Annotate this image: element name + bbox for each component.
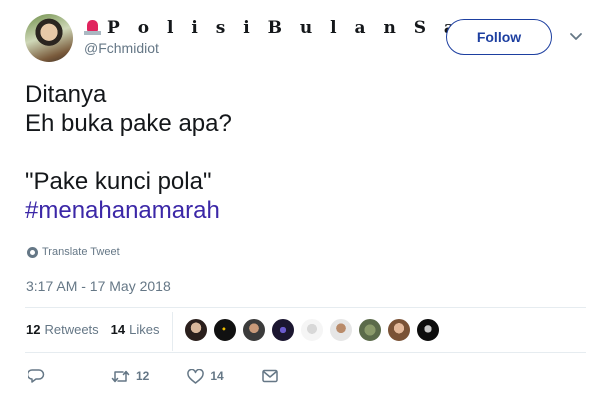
tweet-timestamp[interactable]: 3:17 AM - 17 May 2018 (26, 278, 171, 294)
globe-icon (27, 246, 38, 258)
like-count: 14 (210, 369, 224, 383)
retweet-icon (111, 370, 130, 382)
hashtag-link[interactable]: #menahanamarah (25, 196, 232, 225)
reply-button[interactable] (28, 368, 45, 384)
tweet-line: Ditanya (25, 81, 107, 108)
divider (25, 352, 586, 353)
likes-count: 14 (110, 322, 126, 337)
liker-avatar[interactable] (300, 318, 324, 342)
user-handle[interactable]: @Fchmidiot (84, 40, 159, 56)
retweet-button[interactable]: 12 (111, 369, 149, 384)
liker-avatar[interactable] (416, 318, 440, 342)
tweet-line: "Pake kunci pola" (25, 168, 212, 195)
retweet-count: 12 (136, 369, 150, 383)
liker-avatar[interactable] (329, 318, 353, 342)
liker-avatar[interactable] (242, 318, 266, 342)
divider (25, 307, 586, 308)
retweets-stat[interactable]: 12 Retweets (26, 322, 99, 337)
liker-avatar[interactable] (213, 318, 237, 342)
chevron-down-icon[interactable] (569, 30, 583, 44)
envelope-icon (261, 369, 278, 383)
likes-label: Likes (129, 322, 160, 337)
translate-label: Translate Tweet (42, 246, 120, 258)
like-button[interactable]: 14 (187, 368, 224, 384)
likes-stat[interactable]: 14 Likes (111, 322, 160, 337)
reply-icon (28, 369, 45, 383)
tweet-stats: 12 Retweets 14 Likes (26, 322, 172, 337)
retweets-label: Retweets (44, 322, 99, 337)
tweet-text: Ditanya Eh buka pake apa? "Pake kunci po… (25, 80, 232, 225)
liker-avatar[interactable] (387, 318, 411, 342)
tweet-line: Eh buka pake apa? (25, 110, 232, 137)
tweet-line (25, 138, 232, 167)
liker-avatar[interactable] (271, 318, 295, 342)
police-light-icon (84, 20, 101, 36)
liker-avatar[interactable] (184, 318, 208, 342)
follow-button[interactable]: Follow (446, 19, 552, 55)
user-avatar[interactable] (25, 14, 73, 62)
translate-tweet-link[interactable]: Translate Tweet (27, 246, 120, 258)
retweets-count: 12 (26, 322, 41, 337)
stats-separator (172, 312, 173, 351)
liker-avatars (184, 318, 445, 342)
tweet-actions: 12 14 (28, 368, 278, 384)
heart-icon (187, 368, 205, 384)
liker-avatar[interactable] (358, 318, 382, 342)
direct-message-button[interactable] (261, 369, 278, 383)
